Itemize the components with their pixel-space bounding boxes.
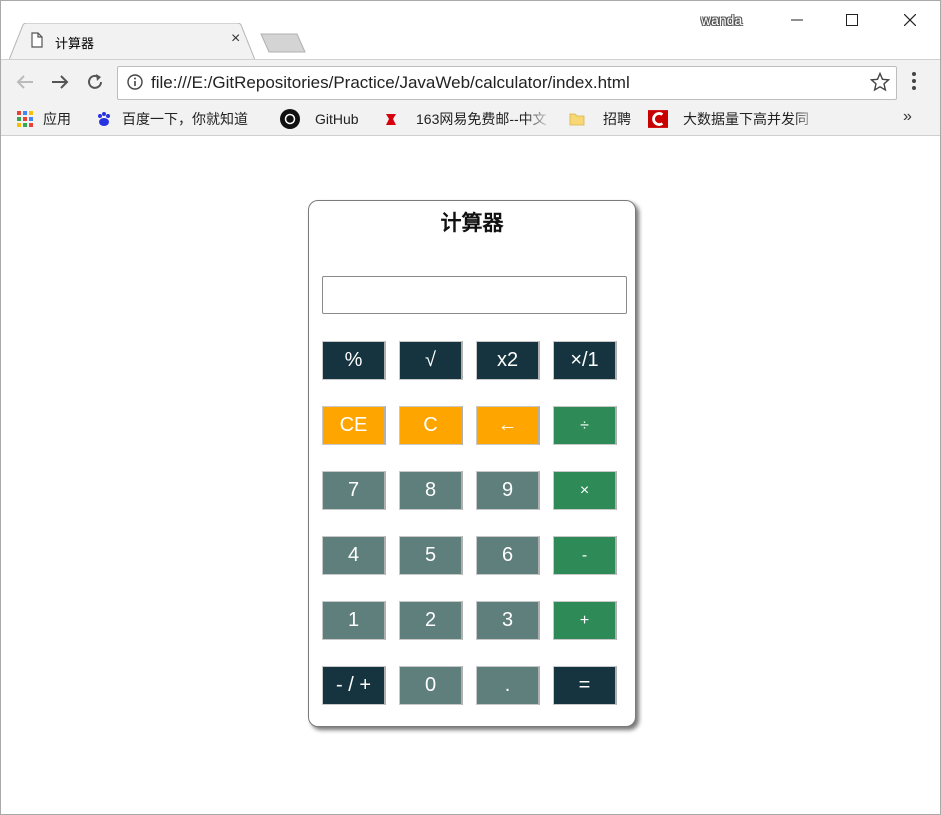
calculator: 计算器 % √ x2 ×/1 CE C ← ÷ 7 8 9 × 4 5 6- 1 2 3 + - / + 0. = <box>308 200 636 727</box>
maximize-icon <box>846 14 858 26</box>
bookmarks-overflow-button[interactable]: » <box>903 108 912 126</box>
csdn-icon <box>648 110 668 128</box>
bookmark-folder-jobs[interactable]: 招聘 <box>569 110 631 128</box>
key-5-2-button[interactable]: . <box>476 666 540 705</box>
back-arrow-icon <box>16 75 33 89</box>
key-1-3-button[interactable]: ÷ <box>553 406 617 445</box>
bookmark-apps[interactable]: 应用 <box>17 110 71 128</box>
bookmarks-bar: 应用 百度一下，你就知道 GitHub 163网易免费邮--中文 招聘 大数据量… <box>1 103 940 136</box>
forward-arrow-icon <box>52 75 69 89</box>
key-5-0-button[interactable]: - / + <box>322 666 386 705</box>
title-bar: 计算器 × wanda <box>1 1 940 60</box>
reload-button[interactable] <box>83 70 107 94</box>
close-icon <box>904 14 916 26</box>
netease-mail-icon <box>386 114 396 125</box>
browser-toolbar: file:///E:/GitRepositories/Practice/Java… <box>1 59 940 104</box>
reload-icon <box>88 74 102 89</box>
browser-window: 计算器 × wanda file:///E:/GitRepositories/P… <box>0 0 941 815</box>
calculator-title: 计算器 <box>440 212 504 235</box>
apps-grid-icon <box>17 111 33 127</box>
tab-title: 计算器 <box>55 36 95 51</box>
key-3-3-button[interactable]: - <box>553 536 617 575</box>
minimize-icon <box>791 19 803 21</box>
key-4-0-button[interactable]: 1 <box>322 601 386 640</box>
new-tab-button[interactable] <box>259 32 307 59</box>
tab-close-icon[interactable]: × <box>231 30 240 48</box>
url-text[interactable]: file:///E:/GitRepositories/Practice/Java… <box>151 73 630 93</box>
key-2-1-button[interactable]: 8 <box>399 471 463 510</box>
bookmark-label: 163网易免费邮--中文 <box>416 111 547 127</box>
key-0-0-button[interactable]: % <box>322 341 386 380</box>
key-2-3-button[interactable]: × <box>553 471 617 510</box>
key-1-2-button[interactable]: ← <box>476 406 540 445</box>
info-icon[interactable] <box>127 74 143 95</box>
calculator-display[interactable] <box>322 276 627 314</box>
key-3-2-button[interactable]: 6 <box>476 536 540 575</box>
bookmark-star-icon[interactable] <box>869 71 891 97</box>
github-icon <box>280 109 300 129</box>
key-0-3-button[interactable]: ×/1 <box>553 341 617 380</box>
baidu-paw-icon <box>98 112 110 126</box>
back-button[interactable] <box>13 70 37 94</box>
key-4-1-button[interactable]: 2 <box>399 601 463 640</box>
minimize-button[interactable] <box>774 7 820 33</box>
bookmark-label: 大数据量下高并发同 <box>683 111 809 127</box>
bookmark-label: 应用 <box>43 111 71 127</box>
key-3-1-button[interactable]: 5 <box>399 536 463 575</box>
bookmark-github[interactable]: GitHub <box>280 109 359 129</box>
key-4-2-button[interactable]: 3 <box>476 601 540 640</box>
bookmark-baidu[interactable]: 百度一下，你就知道 <box>96 110 248 128</box>
folder-icon <box>569 113 585 126</box>
key-3-0-button[interactable]: 4 <box>322 536 386 575</box>
key-4-3-button[interactable]: + <box>553 601 617 640</box>
key-1-0-button[interactable]: CE <box>322 406 386 445</box>
profile-name[interactable]: wanda <box>701 12 742 28</box>
bookmark-csdn[interactable]: 大数据量下高并发同 <box>648 110 819 128</box>
key-0-1-button[interactable]: √ <box>399 341 463 380</box>
bookmark-label: 百度一下，你就知道 <box>122 111 248 127</box>
key-0-2-button[interactable]: x2 <box>476 341 540 380</box>
close-window-button[interactable] <box>887 7 933 33</box>
key-2-0-button[interactable]: 7 <box>322 471 386 510</box>
key-5-3-button[interactable]: = <box>553 666 617 705</box>
address-bar[interactable]: file:///E:/GitRepositories/Practice/Java… <box>117 66 897 100</box>
bookmark-163[interactable]: 163网易免费邮--中文 <box>383 110 552 128</box>
key-1-1-button[interactable]: C <box>399 406 463 445</box>
key-2-2-button[interactable]: 9 <box>476 471 540 510</box>
key-5-1-button[interactable]: 0 <box>399 666 463 705</box>
menu-dots-icon[interactable] <box>911 71 917 96</box>
maximize-button[interactable] <box>829 7 875 33</box>
bookmark-label: GitHub <box>315 111 359 127</box>
forward-button[interactable] <box>48 70 72 94</box>
tab-shape <box>9 23 255 60</box>
tab-calculator[interactable]: 计算器 × <box>9 23 255 60</box>
bookmark-label: 招聘 <box>603 111 631 127</box>
